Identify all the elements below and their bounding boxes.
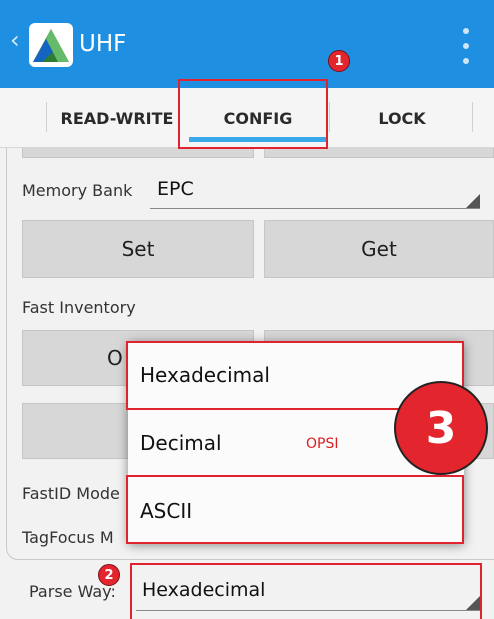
fast-inventory-open-label: O (107, 346, 123, 370)
annotation-badge-2: 2 (98, 564, 120, 586)
memory-bank-value[interactable]: EPC (157, 178, 194, 200)
annotation-box-config-tab (178, 79, 328, 149)
tagfocus-mode-label: TagFocus M (22, 528, 114, 547)
memory-bank-dropdown-arrow-icon[interactable] (466, 194, 480, 208)
hidden-button-right[interactable] (264, 148, 494, 158)
tab-lock[interactable]: LOCK (332, 88, 472, 148)
overflow-menu-icon[interactable] (462, 28, 470, 64)
tab-divider (472, 102, 473, 132)
tab-divider (46, 102, 47, 132)
app-bar: ‹ UHF (0, 0, 494, 88)
annotation-badge-1: 1 (328, 50, 350, 72)
back-chevron-icon[interactable]: ‹ (10, 26, 20, 54)
get-button[interactable]: Get (264, 220, 494, 278)
tab-read-write[interactable]: READ-WRITE (48, 88, 186, 148)
parse-way-label: Parse Way: (29, 582, 116, 601)
app-logo-icon[interactable] (28, 22, 74, 68)
fast-inventory-label: Fast Inventory (22, 298, 136, 317)
fastid-mode-label: FastID Mode (22, 484, 120, 503)
annotation-box-ascii (126, 475, 464, 544)
tab-divider (329, 102, 330, 132)
set-button[interactable]: Set (22, 220, 254, 278)
memory-bank-underline (150, 208, 480, 209)
app-title: UHF (79, 31, 127, 57)
hidden-button-left[interactable] (22, 148, 254, 158)
options-annotation-text: OPSI (306, 436, 339, 452)
annotation-box-parse-way (130, 563, 482, 619)
memory-bank-label: Memory Bank (22, 181, 133, 200)
annotation-badge-3: 3 (394, 381, 488, 475)
